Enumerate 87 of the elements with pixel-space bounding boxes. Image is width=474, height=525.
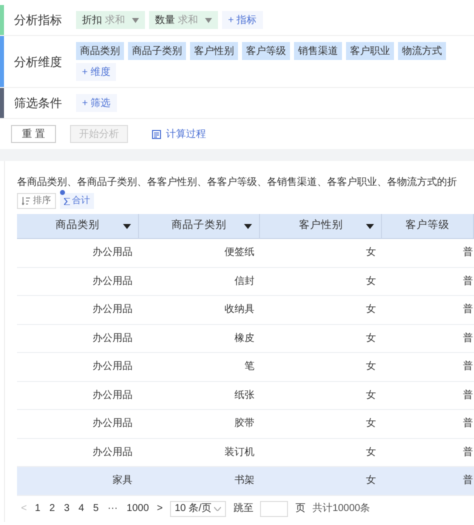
column-header[interactable]: 商品子类别 — [138, 214, 260, 238]
table-cell-text: 女 — [366, 274, 376, 289]
table-cell-text: 女 — [366, 303, 376, 318]
section-label: 分析指标 — [14, 12, 62, 29]
page-number[interactable]: 1 — [34, 501, 42, 516]
total-button[interactable]: 合计 — [60, 193, 94, 209]
column-header[interactable]: 商品类别 — [17, 214, 139, 238]
result-title: 各商品类别、各商品子类别、各客户性别、各客户等级、各销售渠道、各客户职业、各物流方式的折 — [17, 177, 457, 188]
table-cell-text: 办公用品 — [92, 246, 133, 260]
section-label: 筛选条件 — [14, 95, 62, 112]
page-number[interactable]: 4 — [78, 501, 86, 516]
sort-button[interactable]: 排序 — [17, 193, 56, 209]
dimension-tag[interactable]: 销售渠道 — [294, 42, 342, 60]
table-cell-text: 便签纸 — [224, 246, 254, 260]
table-row[interactable]: 办公用品 橡皮 女 普 — [17, 324, 474, 353]
table-cell-text: 普 — [463, 474, 473, 488]
sort-icon — [22, 197, 30, 205]
table-cell-text: 普 — [463, 416, 473, 432]
page-suffix: 页 — [295, 502, 306, 516]
metric-tag[interactable]: 数量 求和 — [149, 11, 218, 29]
jump-label: 跳至 — [233, 502, 254, 516]
next-page-button[interactable]: > — [156, 501, 163, 516]
dropdown-icon[interactable] — [244, 224, 252, 229]
calculation-process-link[interactable]: 计算过程 — [152, 126, 206, 142]
table-cell-text: 胶带 — [234, 416, 254, 432]
table-cell-text: 普 — [463, 332, 473, 346]
table-cell-text: 装订机 — [224, 446, 254, 460]
table-cell-text: 女 — [366, 246, 376, 260]
table-cell-text: 女 — [366, 474, 376, 488]
page-number[interactable]: 3 — [62, 501, 71, 516]
page-number[interactable]: 5 — [92, 501, 100, 516]
table-cell-text: 女 — [366, 332, 376, 346]
dimension-tag[interactable]: 商品子类别 — [128, 42, 186, 60]
table-cell-text: 家具 — [112, 474, 133, 488]
table-cell-text: 普 — [463, 446, 473, 460]
chevron-down-icon — [214, 506, 222, 510]
table-row[interactable]: 办公用品 装订机 女 普 — [17, 438, 474, 467]
table-cell-text: 普 — [463, 360, 473, 374]
sigma-icon — [64, 198, 70, 204]
section-label: 分析维度 — [14, 54, 62, 70]
table-cell-text: 办公用品 — [92, 388, 133, 403]
add-button[interactable]: + 筛选 — [76, 94, 117, 112]
table-cell-text: 纸张 — [234, 388, 254, 403]
table-cell-text: 办公用品 — [92, 274, 133, 289]
table-cell-text: 普 — [463, 274, 473, 289]
dropdown-icon[interactable] — [122, 224, 131, 229]
dimension-tag[interactable]: 物流方式 — [398, 42, 446, 60]
table-cell-text: 女 — [366, 446, 376, 460]
add-button[interactable]: + 维度 — [76, 63, 116, 81]
table-cell-text: 书架 — [234, 474, 254, 488]
table-cell-text: 办公用品 — [92, 446, 133, 460]
page-number[interactable]: 1000 — [126, 501, 150, 516]
table-cell-text: 女 — [366, 388, 376, 403]
table-cell-text: 笔 — [244, 360, 254, 374]
page-jump-field[interactable] — [260, 500, 288, 516]
table-cell-text: 橡皮 — [234, 332, 254, 346]
dimension-tag[interactable]: 商品类别 — [76, 42, 124, 60]
column-header[interactable]: 客户等级 — [382, 214, 474, 238]
table-cell-text: 信封 — [234, 274, 254, 289]
dimension-tag[interactable]: 客户性别 — [190, 42, 238, 60]
table-cell-text: 女 — [366, 417, 376, 432]
caret-icon — [205, 18, 212, 22]
add-button[interactable]: + 指标 — [222, 11, 263, 29]
page-size-select[interactable]: 10 条/页 — [170, 500, 226, 516]
dimension-tag[interactable]: 客户职业 — [346, 42, 394, 60]
column-header[interactable]: 客户性别 — [260, 214, 382, 238]
table-cell-text: 普 — [463, 246, 473, 260]
total-count: 共计10000条 — [312, 502, 370, 516]
table-cell-text: 普 — [463, 302, 473, 318]
page-number[interactable]: 2 — [48, 501, 56, 516]
table-cell-text: 办公用品 — [92, 302, 133, 318]
dropdown-icon[interactable] — [366, 224, 374, 229]
page-number[interactable]: ··· — [106, 501, 119, 516]
table-cell-text: 女 — [366, 360, 376, 374]
table-cell-text: 办公用品 — [92, 416, 133, 432]
metric-tag[interactable]: 折扣 求和 — [76, 11, 145, 29]
reset-button[interactable]: 重 置 — [11, 125, 56, 143]
table-cell-text: 办公用品 — [92, 332, 133, 346]
table-row[interactable]: 办公用品 纸张 女 普 — [17, 382, 474, 410]
selected-table-row[interactable]: 家具 书架 女 普 — [17, 467, 474, 496]
dimension-tag[interactable]: 客户等级 — [242, 42, 290, 60]
calculator-icon — [152, 130, 161, 138]
table-cell-text: 收纳具 — [224, 303, 254, 318]
caret-icon — [132, 18, 139, 22]
table-cell-text: 办公用品 — [92, 360, 133, 374]
table-cell-text: 普 — [463, 388, 473, 403]
table-row[interactable]: 办公用品 信封 女 普 — [17, 268, 474, 296]
